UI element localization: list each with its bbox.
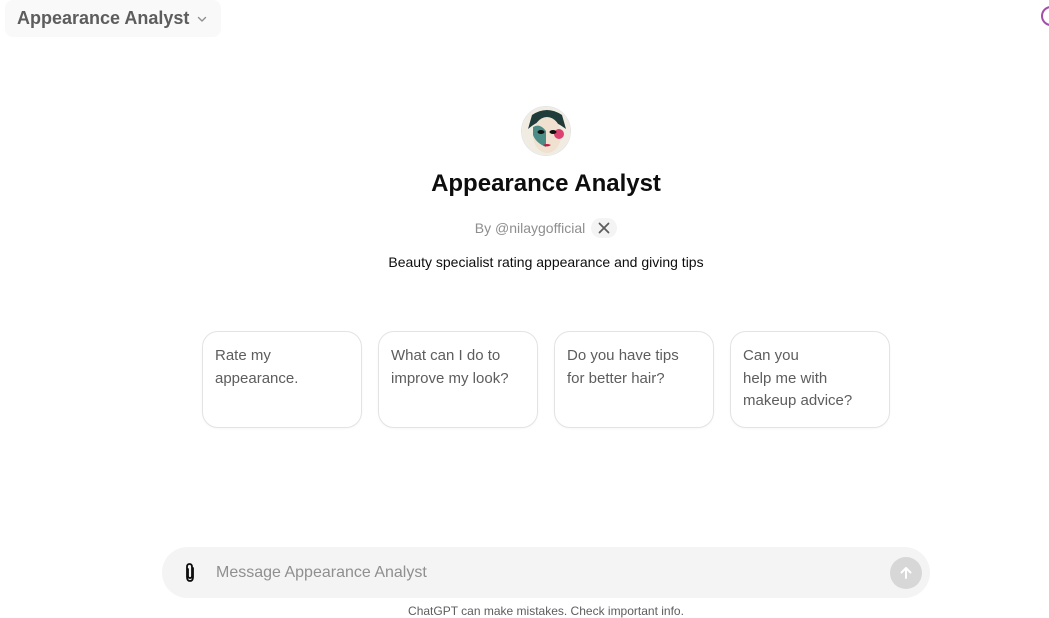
starter-line: for better hair? (567, 369, 665, 387)
starter-line: appearance. (215, 369, 299, 387)
starter-line: Can you (743, 347, 799, 364)
starter-line: What can I do to (391, 347, 501, 364)
starter-line: makeup advice? (743, 392, 853, 409)
conversation-starters: Rate my appearance. What can I do to imp… (202, 331, 890, 428)
gpt-title: Appearance Analyst (431, 170, 661, 197)
message-composer (162, 547, 930, 598)
arrow-up-icon (900, 566, 912, 579)
disclaimer-note: ChatGPT can make mistakes. Check importa… (408, 604, 684, 618)
paperclip-icon[interactable] (178, 561, 202, 585)
starter-line: help me with (743, 369, 828, 387)
send-button[interactable] (890, 556, 922, 589)
x-logo-icon[interactable] (591, 218, 618, 238)
starter-card[interactable]: What can I do to improve my look? (378, 331, 538, 428)
message-input[interactable] (214, 562, 890, 583)
starter-card[interactable]: Do you have tips for better hair? (554, 331, 714, 428)
gpt-description: Beauty specialist rating appearance and … (388, 254, 704, 270)
gpt-intro: Appearance Analyst By @nilaygofficial Be… (0, 106, 1049, 270)
model-selector-label: Appearance Analyst (17, 8, 190, 28)
author-label: By @nilaygofficial (474, 220, 586, 236)
user-avatar[interactable] (1041, 6, 1049, 26)
model-selector[interactable]: Appearance Analyst (5, 0, 222, 37)
chevron-down-icon (195, 12, 209, 26)
gpt-avatar (521, 106, 571, 156)
starter-line: improve my look? (391, 369, 509, 387)
starter-line: Do you have tips (567, 347, 679, 364)
starter-card[interactable]: Rate my appearance. (202, 331, 362, 428)
author-row: By @nilaygofficial (474, 218, 618, 238)
starter-card[interactable]: Can you help me with makeup advice? (730, 331, 890, 428)
starter-line: Rate my (215, 347, 271, 364)
